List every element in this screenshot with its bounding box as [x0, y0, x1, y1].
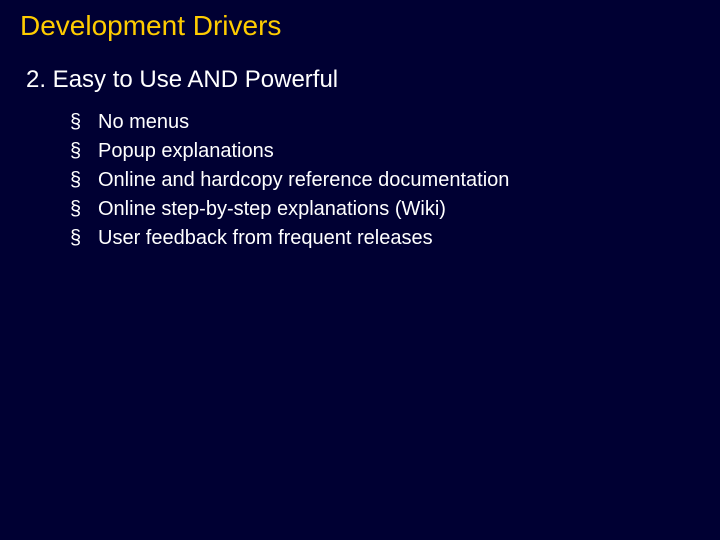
slide-subtitle: 2. Easy to Use AND Powerful [26, 66, 700, 94]
bullet-list: No menus Popup explanations Online and h… [70, 108, 700, 253]
bullet-item: User feedback from frequent releases [70, 224, 700, 253]
bullet-item: Online step-by-step explanations (Wiki) [70, 195, 700, 224]
slide: Development Drivers 2. Easy to Use AND P… [0, 0, 720, 540]
bullet-item: No menus [70, 108, 700, 137]
slide-title: Development Drivers [20, 10, 700, 42]
bullet-item: Online and hardcopy reference documentat… [70, 166, 700, 195]
bullet-item: Popup explanations [70, 137, 700, 166]
